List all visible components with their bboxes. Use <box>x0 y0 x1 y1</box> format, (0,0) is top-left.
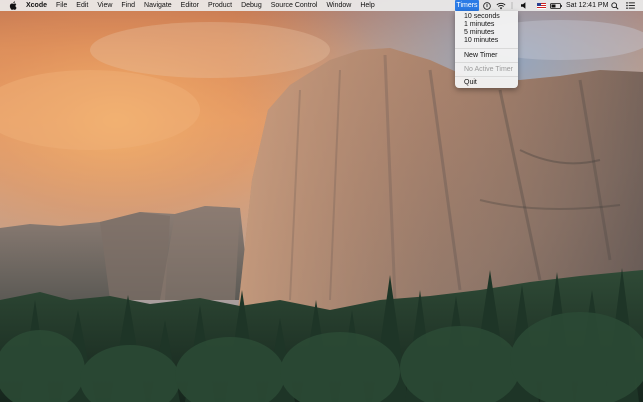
menu-app-name[interactable]: Xcode <box>26 0 47 11</box>
menu-item-10-minutes[interactable]: 10 minutes <box>464 37 498 45</box>
us-flag-icon[interactable] <box>536 1 546 10</box>
menu-help[interactable]: Help <box>360 0 374 11</box>
timers-menu-button[interactable]: Timers <box>455 0 479 11</box>
menu-item-5-minutes[interactable]: 5 minutes <box>464 29 494 37</box>
spotlight-search-icon[interactable] <box>610 1 619 10</box>
menu-item-new-timer[interactable]: New Timer <box>464 52 497 60</box>
wallpaper <box>0 0 643 402</box>
bluetooth-placeholder-icon <box>508 1 516 10</box>
battery-icon[interactable] <box>549 1 562 10</box>
wifi-icon[interactable] <box>495 1 506 10</box>
menu-bar: Xcode File Edit View Find Navigate Edito… <box>0 0 643 11</box>
menu-view[interactable]: View <box>97 0 112 11</box>
menu-clock[interactable]: Sat 12:41 PM <box>566 0 608 11</box>
timer-status-icon[interactable] <box>482 1 491 10</box>
menu-window[interactable]: Window <box>326 0 351 11</box>
menu-editor[interactable]: Editor <box>181 0 199 11</box>
menu-edit[interactable]: Edit <box>76 0 88 11</box>
volume-icon[interactable] <box>520 1 529 10</box>
timers-dropdown-menu: 10 seconds 1 minutes 5 minutes 10 minute… <box>455 11 518 88</box>
desktop: Xcode File Edit View Find Navigate Edito… <box>0 0 643 402</box>
menu-separator <box>455 76 518 77</box>
menu-source-control[interactable]: Source Control <box>271 0 318 11</box>
menu-item-no-active-timer: No Active Timer <box>464 66 514 73</box>
menu-find[interactable]: Find <box>121 0 135 11</box>
menu-item-10-seconds[interactable]: 10 seconds <box>464 13 500 21</box>
menu-item-quit[interactable]: Quit <box>464 79 477 87</box>
apple-icon[interactable] <box>8 1 18 10</box>
menu-item-1-minute[interactable]: 1 minutes <box>464 21 494 29</box>
menu-separator <box>455 62 518 63</box>
menu-file[interactable]: File <box>56 0 67 11</box>
menu-product[interactable]: Product <box>208 0 232 11</box>
menu-separator <box>455 48 518 49</box>
notification-center-icon[interactable] <box>625 1 635 10</box>
menu-navigate[interactable]: Navigate <box>144 0 172 11</box>
menu-debug[interactable]: Debug <box>241 0 262 11</box>
